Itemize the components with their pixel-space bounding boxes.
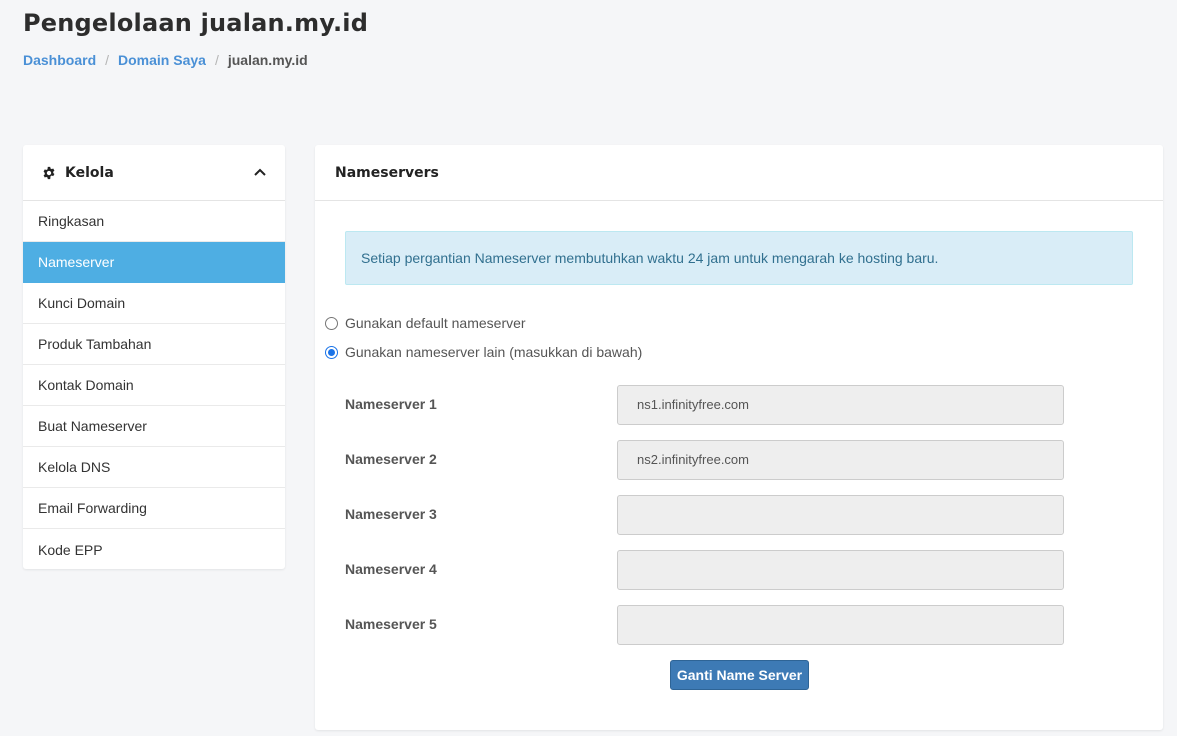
radio-default-label: Gunakan default nameserver xyxy=(345,315,526,331)
nameserver-5-input[interactable] xyxy=(617,605,1064,645)
sidebar: Kelola Ringkasan Nameserver Kunci Domain… xyxy=(23,145,285,569)
sidebar-item-nameserver[interactable]: Nameserver xyxy=(23,242,285,283)
sidebar-item-ringkasan[interactable]: Ringkasan xyxy=(23,201,285,242)
nameserver-2-input[interactable]: ns2.infinityfree.com xyxy=(617,440,1064,480)
sidebar-item-kelola-dns[interactable]: Kelola DNS xyxy=(23,447,285,488)
page-title: Pengelolaan jualan.my.id xyxy=(23,9,369,37)
breadcrumb-dashboard[interactable]: Dashboard xyxy=(23,52,96,68)
radio-custom-nameserver[interactable]: Gunakan nameserver lain (masukkan di baw… xyxy=(325,344,642,360)
breadcrumb-separator: / xyxy=(105,52,110,68)
nameserver-4-label: Nameserver 4 xyxy=(345,561,437,577)
sidebar-title: Kelola xyxy=(65,164,114,181)
sidebar-item-buat-nameserver[interactable]: Buat Nameserver xyxy=(23,406,285,447)
radio-default-nameserver[interactable]: Gunakan default nameserver xyxy=(325,315,526,331)
sidebar-item-produk-tambahan[interactable]: Produk Tambahan xyxy=(23,324,285,365)
nameserver-2-label: Nameserver 2 xyxy=(345,451,437,467)
sidebar-header[interactable]: Kelola xyxy=(23,145,285,201)
nameservers-panel: Nameservers Setiap pergantian Nameserver… xyxy=(315,145,1163,730)
gear-icon xyxy=(42,166,56,180)
nameserver-1-input[interactable]: ns1.infinityfree.com xyxy=(617,385,1064,425)
nameserver-3-input[interactable] xyxy=(617,495,1064,535)
nameserver-1-label: Nameserver 1 xyxy=(345,396,437,412)
breadcrumb-domain-saya[interactable]: Domain Saya xyxy=(118,52,206,68)
nameserver-4-input[interactable] xyxy=(617,550,1064,590)
sidebar-item-kode-epp[interactable]: Kode EPP xyxy=(23,529,285,569)
sidebar-item-kunci-domain[interactable]: Kunci Domain xyxy=(23,283,285,324)
breadcrumb-separator: / xyxy=(214,52,219,68)
chevron-up-icon[interactable] xyxy=(253,165,267,179)
info-alert: Setiap pergantian Nameserver membutuhkan… xyxy=(345,231,1133,285)
panel-title: Nameservers xyxy=(315,145,1163,201)
sidebar-item-email-forwarding[interactable]: Email Forwarding xyxy=(23,488,285,529)
sidebar-item-kontak-domain[interactable]: Kontak Domain xyxy=(23,365,285,406)
radio-custom-button[interactable] xyxy=(325,345,338,359)
nameserver-5-label: Nameserver 5 xyxy=(345,616,437,632)
nameserver-3-label: Nameserver 3 xyxy=(345,506,437,522)
change-nameserver-button[interactable]: Ganti Name Server xyxy=(670,660,809,690)
radio-default-button[interactable] xyxy=(325,316,338,330)
radio-custom-label: Gunakan nameserver lain (masukkan di baw… xyxy=(345,344,643,360)
breadcrumb: Dashboard / Domain Saya / jualan.my.id xyxy=(23,52,308,68)
breadcrumb-current: jualan.my.id xyxy=(227,52,308,68)
